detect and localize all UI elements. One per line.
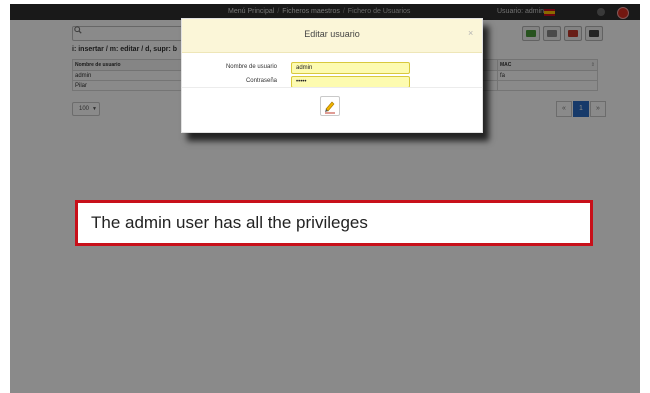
app-frame: Menú Principal / Ficheros maestros / Fichero…: [10, 4, 640, 393]
dialog-title: Editar usuario: [304, 29, 360, 39]
username-field[interactable]: admin: [291, 62, 410, 74]
dialog-header: Editar usuario ×: [182, 19, 482, 53]
edit-user-dialog: Editar usuario × Nombre de usuario admin…: [181, 18, 483, 133]
pencil-icon: [325, 101, 335, 114]
close-icon[interactable]: ×: [468, 28, 473, 38]
username-label: Nombre de usuario: [225, 64, 277, 70]
dialog-divider: [182, 87, 482, 88]
annotation-text: The admin user has all the privileges: [91, 213, 368, 232]
password-label: Contraseña: [245, 78, 277, 84]
annotation-callout: The admin user has all the privileges: [75, 200, 593, 246]
edit-button[interactable]: [320, 96, 340, 116]
